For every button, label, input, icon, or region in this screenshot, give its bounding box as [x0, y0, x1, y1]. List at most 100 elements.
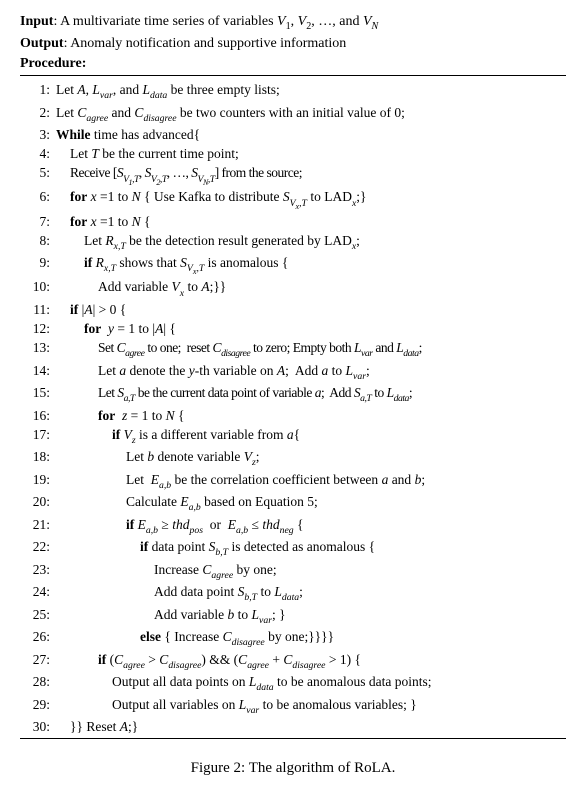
output-line: Output: Anomaly notification and support…	[20, 34, 566, 54]
line-14: 14: Let a denote the y-th variable on A;…	[20, 361, 566, 383]
lineno: 18:	[20, 447, 56, 466]
line-1: 1: Let A, Lvar, and Ldata be three empty…	[20, 80, 566, 102]
line-30: 30: }} Reset A;}	[20, 717, 566, 736]
code-text: Let Rx,T be the detection result generat…	[56, 231, 360, 253]
line-13: 13: Set Cagree to one; reset Cdisagree t…	[20, 338, 566, 360]
code-text: for x =1 to N { Use Kafka to distribute …	[56, 187, 367, 211]
procedure-label: Procedure:	[20, 54, 566, 74]
algo-body: 1: Let A, Lvar, and Ldata be three empty…	[20, 80, 566, 736]
output-label: Output	[20, 36, 64, 51]
code-text: While time has advanced{	[56, 125, 200, 144]
input-line: Input: A multivariate time series of var…	[20, 12, 566, 34]
code-text: if |A| > 0 {	[56, 300, 126, 319]
code-text: Let T be the current time point;	[56, 144, 239, 163]
lineno: 29:	[20, 695, 56, 714]
code-text: Let Sa,T be the current data point of va…	[56, 383, 412, 405]
code-text: Let b denote variable Vz;	[56, 447, 260, 469]
line-2: 2: Let Cagree and Cdisagree be two count…	[20, 103, 566, 125]
line-27: 27: if (Cagree > Cdisagree) && (Cagree +…	[20, 650, 566, 672]
lineno: 13:	[20, 338, 56, 357]
line-8: 8: Let Rx,T be the detection result gene…	[20, 231, 566, 253]
lineno: 25:	[20, 605, 56, 624]
line-11: 11: if |A| > 0 {	[20, 300, 566, 319]
code-text: for x =1 to N {	[56, 212, 151, 231]
lineno: 20:	[20, 492, 56, 511]
lineno: 21:	[20, 515, 56, 534]
code-text: Set Cagree to one; reset Cdisagree to ze…	[56, 338, 422, 360]
output-text: : Anomaly notification and supportive in…	[64, 36, 347, 51]
lineno: 14:	[20, 361, 56, 380]
line-21: 21: if Ea,b ≥ thdpos or Ea,b ≤ thdneg {	[20, 515, 566, 537]
line-16: 16: for z = 1 to N {	[20, 406, 566, 425]
lineno: 28:	[20, 672, 56, 691]
code-text: else { Increase Cdisagree by one;}}}}	[56, 627, 334, 649]
line-5: 5: Receive [SV1,T, SV2,T, …, SVN,T] from…	[20, 163, 566, 187]
bottom-rule	[20, 738, 566, 739]
code-text: Output all data points on Ldata to be an…	[56, 672, 432, 694]
line-7: 7: for x =1 to N {	[20, 212, 566, 231]
line-23: 23: Increase Cagree by one;	[20, 560, 566, 582]
code-text: for y = 1 to |A| {	[56, 319, 176, 338]
lineno: 2:	[20, 103, 56, 122]
line-28: 28: Output all data points on Ldata to b…	[20, 672, 566, 694]
input-text: : A multivariate time series of variable…	[53, 14, 378, 29]
lineno: 1:	[20, 80, 56, 99]
line-10: 10: Add variable Vx to A;}}	[20, 277, 566, 299]
lineno: 22:	[20, 537, 56, 556]
line-15: 15: Let Sa,T be the current data point o…	[20, 383, 566, 405]
code-text: Let Ea,b be the correlation coefficient …	[56, 470, 425, 492]
line-29: 29: Output all variables on Lvar to be a…	[20, 695, 566, 717]
code-text: Calculate Ea,b based on Equation 5;	[56, 492, 318, 514]
code-text: Increase Cagree by one;	[56, 560, 277, 582]
line-18: 18: Let b denote variable Vz;	[20, 447, 566, 469]
input-label: Input	[20, 14, 53, 29]
lineno: 15:	[20, 383, 56, 402]
code-text: Receive [SV1,T, SV2,T, …, SVN,T] from th…	[56, 163, 302, 187]
lineno: 26:	[20, 627, 56, 646]
code-text: if (Cagree > Cdisagree) && (Cagree + Cdi…	[56, 650, 361, 672]
code-text: }} Reset A;}	[56, 717, 138, 736]
lineno: 6:	[20, 187, 56, 206]
line-26: 26: else { Increase Cdisagree by one;}}}…	[20, 627, 566, 649]
code-text: if Vz is a different variable from a{	[56, 425, 300, 447]
lineno: 4:	[20, 144, 56, 163]
line-3: 3: While time has advanced{	[20, 125, 566, 144]
lineno: 23:	[20, 560, 56, 579]
lineno: 30:	[20, 717, 56, 736]
code-text: Add variable Vx to A;}}	[56, 277, 226, 299]
lineno: 9:	[20, 253, 56, 272]
lineno: 5:	[20, 163, 56, 182]
lineno: 12:	[20, 319, 56, 338]
line-4: 4: Let T be the current time point;	[20, 144, 566, 163]
line-17: 17: if Vz is a different variable from a…	[20, 425, 566, 447]
code-text: if Rx,T shows that SVx,T is anomalous {	[56, 253, 288, 277]
lineno: 8:	[20, 231, 56, 250]
line-22: 22: if data point Sb,T is detected as an…	[20, 537, 566, 559]
line-9: 9: if Rx,T shows that SVx,T is anomalous…	[20, 253, 566, 277]
lineno: 7:	[20, 212, 56, 231]
code-text: Let Cagree and Cdisagree be two counters…	[56, 103, 405, 125]
code-text: if data point Sb,T is detected as anomal…	[56, 537, 375, 559]
lineno: 17:	[20, 425, 56, 444]
top-rule	[20, 75, 566, 76]
code-text: for z = 1 to N {	[56, 406, 185, 425]
lineno: 10:	[20, 277, 56, 296]
lineno: 24:	[20, 582, 56, 601]
figure-caption: Figure 2: The algorithm of RoLA.	[20, 757, 566, 780]
algo-header: Input: A multivariate time series of var…	[20, 12, 566, 73]
code-text: Let a denote the y-th variable on A; Add…	[56, 361, 370, 383]
lineno: 27:	[20, 650, 56, 669]
lineno: 19:	[20, 470, 56, 489]
lineno: 16:	[20, 406, 56, 425]
line-19: 19: Let Ea,b be the correlation coeffici…	[20, 470, 566, 492]
code-text: Output all variables on Lvar to be anoma…	[56, 695, 417, 717]
code-text: Add data point Sb,T to Ldata;	[56, 582, 303, 604]
code-text: if Ea,b ≥ thdpos or Ea,b ≤ thdneg {	[56, 515, 303, 537]
code-text: Let A, Lvar, and Ldata be three empty li…	[56, 80, 280, 102]
line-6: 6: for x =1 to N { Use Kafka to distribu…	[20, 187, 566, 211]
lineno: 11:	[20, 300, 56, 319]
line-25: 25: Add variable b to Lvar; }	[20, 605, 566, 627]
line-12: 12: for y = 1 to |A| {	[20, 319, 566, 338]
line-24: 24: Add data point Sb,T to Ldata;	[20, 582, 566, 604]
code-text: Add variable b to Lvar; }	[56, 605, 286, 627]
